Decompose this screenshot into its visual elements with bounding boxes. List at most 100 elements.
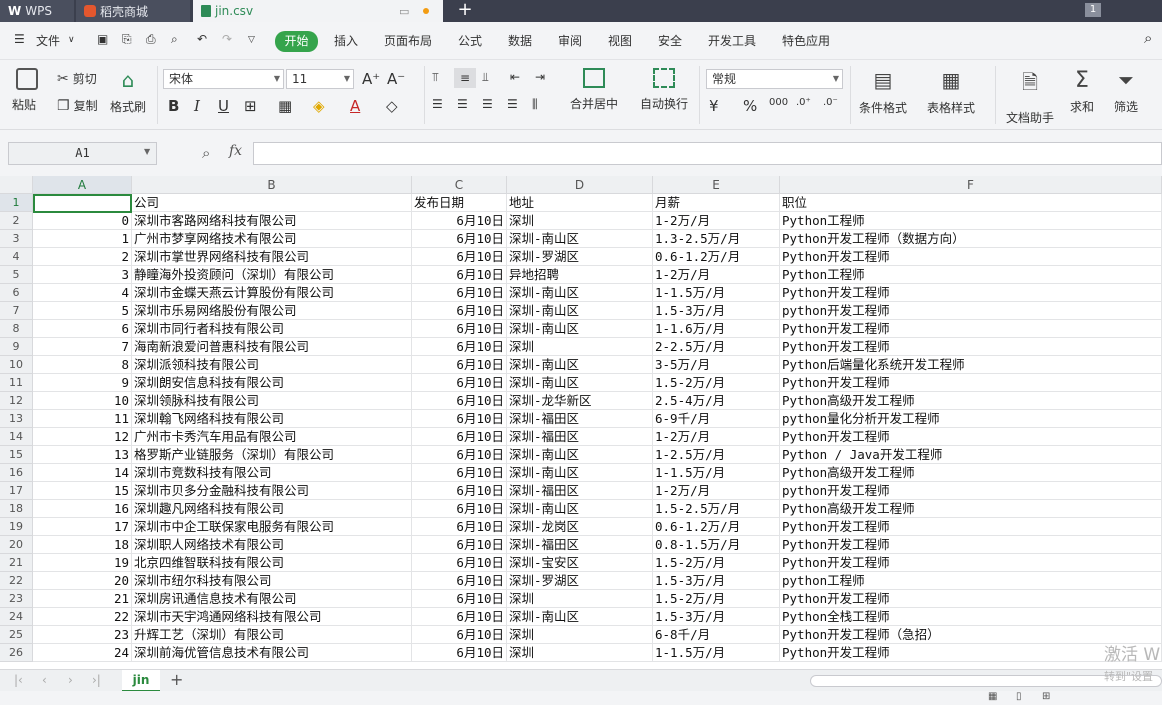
cell-company[interactable]: 广州市卡秀汽车用品有限公司 [132,428,412,446]
justify-icon[interactable]: ☰ [507,97,518,111]
cell-index[interactable]: 15 [33,482,132,500]
prev-sheet-icon[interactable]: ‹ [42,673,47,687]
wrap-text-button[interactable]: 自动换行 [640,68,688,112]
align-bottom-icon[interactable]: ⫫ [482,70,489,85]
cell-company[interactable]: 深圳市乐易网络股份有限公司 [132,302,412,320]
cell-position[interactable]: Python开发工程师 [780,554,1162,572]
cell-position[interactable]: python工程师 [780,572,1162,590]
cell-index[interactable]: 3 [33,266,132,284]
row-header[interactable]: 20 [0,536,33,554]
cell-position[interactable]: Python / Java开发工程师 [780,446,1162,464]
cell-address[interactable]: 深圳-福田区 [507,536,653,554]
cell-company[interactable]: 广州市梦享网络技术有限公司 [132,230,412,248]
increase-decimal-icon[interactable]: .0⁺ [796,97,811,108]
cell-date[interactable]: 6月10日 [412,428,507,446]
cell-date[interactable]: 6月10日 [412,518,507,536]
cell-address[interactable]: 深圳-南山区 [507,356,653,374]
cell-date[interactable]: 6月10日 [412,410,507,428]
cell-date[interactable]: 6月10日 [412,266,507,284]
fill-color-icon[interactable]: ◈ [313,97,325,115]
row-header[interactable]: 13 [0,410,33,428]
formula-input[interactable] [253,142,1162,165]
save-icon[interactable]: ▣ [97,32,108,46]
next-sheet-icon[interactable]: › [68,673,73,687]
cell-company[interactable]: 深圳趣凡网络科技有限公司 [132,500,412,518]
cell-salary[interactable]: 1-1.5万/月 [653,644,780,662]
first-sheet-icon[interactable]: |‹ [14,673,23,687]
cell-style-icon[interactable]: ▦ [278,97,292,115]
cell-salary[interactable]: 6-9千/月 [653,410,780,428]
cell-index[interactable]: 7 [33,338,132,356]
cell-date[interactable]: 6月10日 [412,536,507,554]
app-tab-wps[interactable]: W WPS [0,0,74,22]
cell-position[interactable]: Python高级开发工程师 [780,392,1162,410]
cell-company[interactable]: 深圳市天宇鸿通网络科技有限公司 [132,608,412,626]
column-header-f[interactable]: F [780,176,1162,194]
column-header-e[interactable]: E [653,176,780,194]
header-cell-date[interactable]: 发布日期 [412,194,507,212]
cell-salary[interactable]: 1.3-2.5万/月 [653,230,780,248]
cell-salary[interactable]: 1-1.5万/月 [653,284,780,302]
tab-security[interactable]: 安全 [658,32,682,49]
tab-view[interactable]: 视图 [608,32,632,49]
cell-index[interactable]: 2 [33,248,132,266]
tab-review[interactable]: 审阅 [558,32,582,49]
filter-button[interactable]: ⏷ 筛选 [1114,68,1138,115]
cell-salary[interactable]: 1-1.6万/月 [653,320,780,338]
cell-salary[interactable]: 1-2万/月 [653,482,780,500]
merge-center-button[interactable]: 合并居中 [570,68,618,112]
menu-file[interactable]: 文件 [36,32,60,49]
decrease-font-icon[interactable]: A⁻ [387,70,405,88]
tab-formula[interactable]: 公式 [458,32,482,49]
cell-salary[interactable]: 1.5-3万/月 [653,302,780,320]
cell-company[interactable]: 深圳派领科技有限公司 [132,356,412,374]
row-header[interactable]: 9 [0,338,33,356]
column-header-d[interactable]: D [507,176,653,194]
row-header[interactable]: 1 [0,194,33,212]
cell-company[interactable]: 深圳房讯通信息技术有限公司 [132,590,412,608]
cell-index[interactable]: 4 [33,284,132,302]
cell-date[interactable]: 6月10日 [412,248,507,266]
app-tab-docer[interactable]: 稻壳商城 [76,0,190,22]
column-header-a[interactable]: A [33,176,132,194]
cell-address[interactable]: 深圳-南山区 [507,374,653,392]
cell-address[interactable]: 深圳-罗湖区 [507,248,653,266]
cell-index[interactable]: 1 [33,230,132,248]
cell-address[interactable]: 异地招聘 [507,266,653,284]
cell-date[interactable]: 6月10日 [412,554,507,572]
header-cell-position[interactable]: 职位 [780,194,1162,212]
cell-address[interactable]: 深圳-福田区 [507,482,653,500]
cell-date[interactable]: 6月10日 [412,230,507,248]
row-header[interactable]: 26 [0,644,33,662]
chevron-down-icon[interactable]: ∨ [68,35,75,45]
cell-date[interactable]: 6月10日 [412,392,507,410]
tab-data[interactable]: 数据 [508,32,532,49]
doc-assistant-button[interactable]: 🗎 文档助手 [1006,68,1054,126]
row-header[interactable]: 21 [0,554,33,572]
cell-index[interactable]: 24 [33,644,132,662]
align-top-icon[interactable]: ⫪ [432,70,439,85]
cell-address[interactable]: 深圳 [507,626,653,644]
cell-salary[interactable]: 1-2万/月 [653,212,780,230]
cell-salary[interactable]: 3-5万/月 [653,356,780,374]
header-cell-salary[interactable]: 月薪 [653,194,780,212]
row-header[interactable]: 4 [0,248,33,266]
conditional-format-button[interactable]: ▤ 条件格式 [859,68,907,116]
row-header[interactable]: 11 [0,374,33,392]
cell-position[interactable]: Python工程师 [780,212,1162,230]
increase-font-icon[interactable]: A⁺ [362,70,380,88]
monitor-icon[interactable]: ▭ [399,5,409,18]
font-size-select[interactable]: 11 ▼ [286,69,354,89]
cell-address[interactable]: 深圳-龙岗区 [507,518,653,536]
align-center-icon[interactable]: ☰ [457,97,468,111]
row-header[interactable]: 19 [0,518,33,536]
cell-salary[interactable]: 2-2.5万/月 [653,338,780,356]
cell-position[interactable]: python量化分析开发工程师 [780,410,1162,428]
cell-address[interactable]: 深圳 [507,212,653,230]
cell-date[interactable]: 6月10日 [412,338,507,356]
cell-company[interactable]: 深圳市同行者科技有限公司 [132,320,412,338]
cell-date[interactable]: 6月10日 [412,464,507,482]
normal-view-icon[interactable]: ▦ [988,691,997,702]
cell-salary[interactable]: 2.5-4万/月 [653,392,780,410]
cell-company[interactable]: 升辉工艺（深圳）有限公司 [132,626,412,644]
